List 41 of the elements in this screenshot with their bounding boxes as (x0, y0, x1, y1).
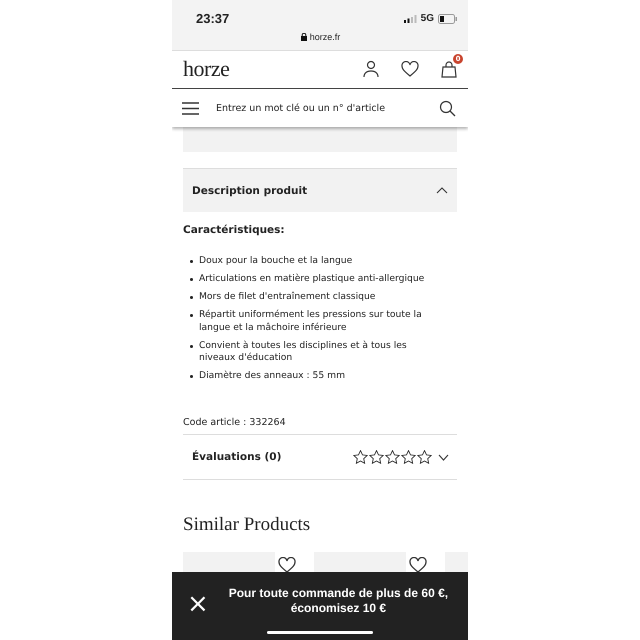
star-icon (417, 450, 432, 464)
heart-icon[interactable] (278, 557, 296, 572)
logo[interactable]: horze (183, 56, 230, 82)
user-icon[interactable] (363, 60, 379, 78)
bullet-icon (190, 296, 193, 299)
shopping-bag-icon[interactable] (441, 60, 457, 78)
lock-icon (300, 33, 307, 41)
star-icon (369, 450, 384, 464)
search-icon[interactable] (439, 100, 456, 117)
chevron-icon (436, 187, 448, 194)
chevron-icon[interactable] (438, 454, 449, 460)
promo-text: Pour toute commande de plus de 60 €, économisez 10 € (228, 586, 450, 616)
status-time: 23:37 (195, 11, 230, 26)
bullet-icon (190, 278, 193, 281)
search-field[interactable]: Entrez un mot clé ou un n° d'article (216, 102, 439, 114)
menu-icon[interactable] (182, 102, 199, 115)
network-label: 5G (420, 13, 434, 24)
bullet-icon (190, 260, 193, 263)
signal-icon (404, 14, 417, 22)
bullet-icon (190, 344, 193, 348)
heart-icon[interactable] (409, 557, 427, 572)
reviews-title[interactable]: Évaluations (0) (192, 451, 353, 463)
star-icon (353, 450, 368, 464)
close-button[interactable]: × (187, 591, 209, 617)
feature-text: Articulations en matière plastique anti-allergique (199, 273, 424, 286)
feature-text: Répartit uniformément les pressions sur toute la langue et la mâchoire inférieure (199, 309, 423, 334)
section-title: Similar Products (183, 514, 312, 536)
feature-text: Mors de filet d'entraînement classique (199, 291, 376, 304)
heart-icon[interactable] (401, 61, 419, 78)
description-header[interactable]: Description produit (183, 168, 457, 212)
bullet-icon (190, 375, 193, 378)
bullet-icon (190, 314, 193, 317)
feature-text: Diamètre des anneaux : 55 mm (199, 370, 346, 382)
feature-text: Convient à toutes les disciplines et à tous les niveaux d'éducation (199, 340, 408, 364)
url-text: horze.fr (310, 32, 340, 42)
article-code: Code article : 332264 (183, 417, 457, 435)
star-icon (385, 450, 400, 464)
feature-text: Doux pour la bouche et la langue (199, 255, 352, 268)
star-icon (401, 450, 416, 464)
features-heading: Caractéristiques: (183, 224, 286, 236)
battery-icon (438, 14, 458, 24)
